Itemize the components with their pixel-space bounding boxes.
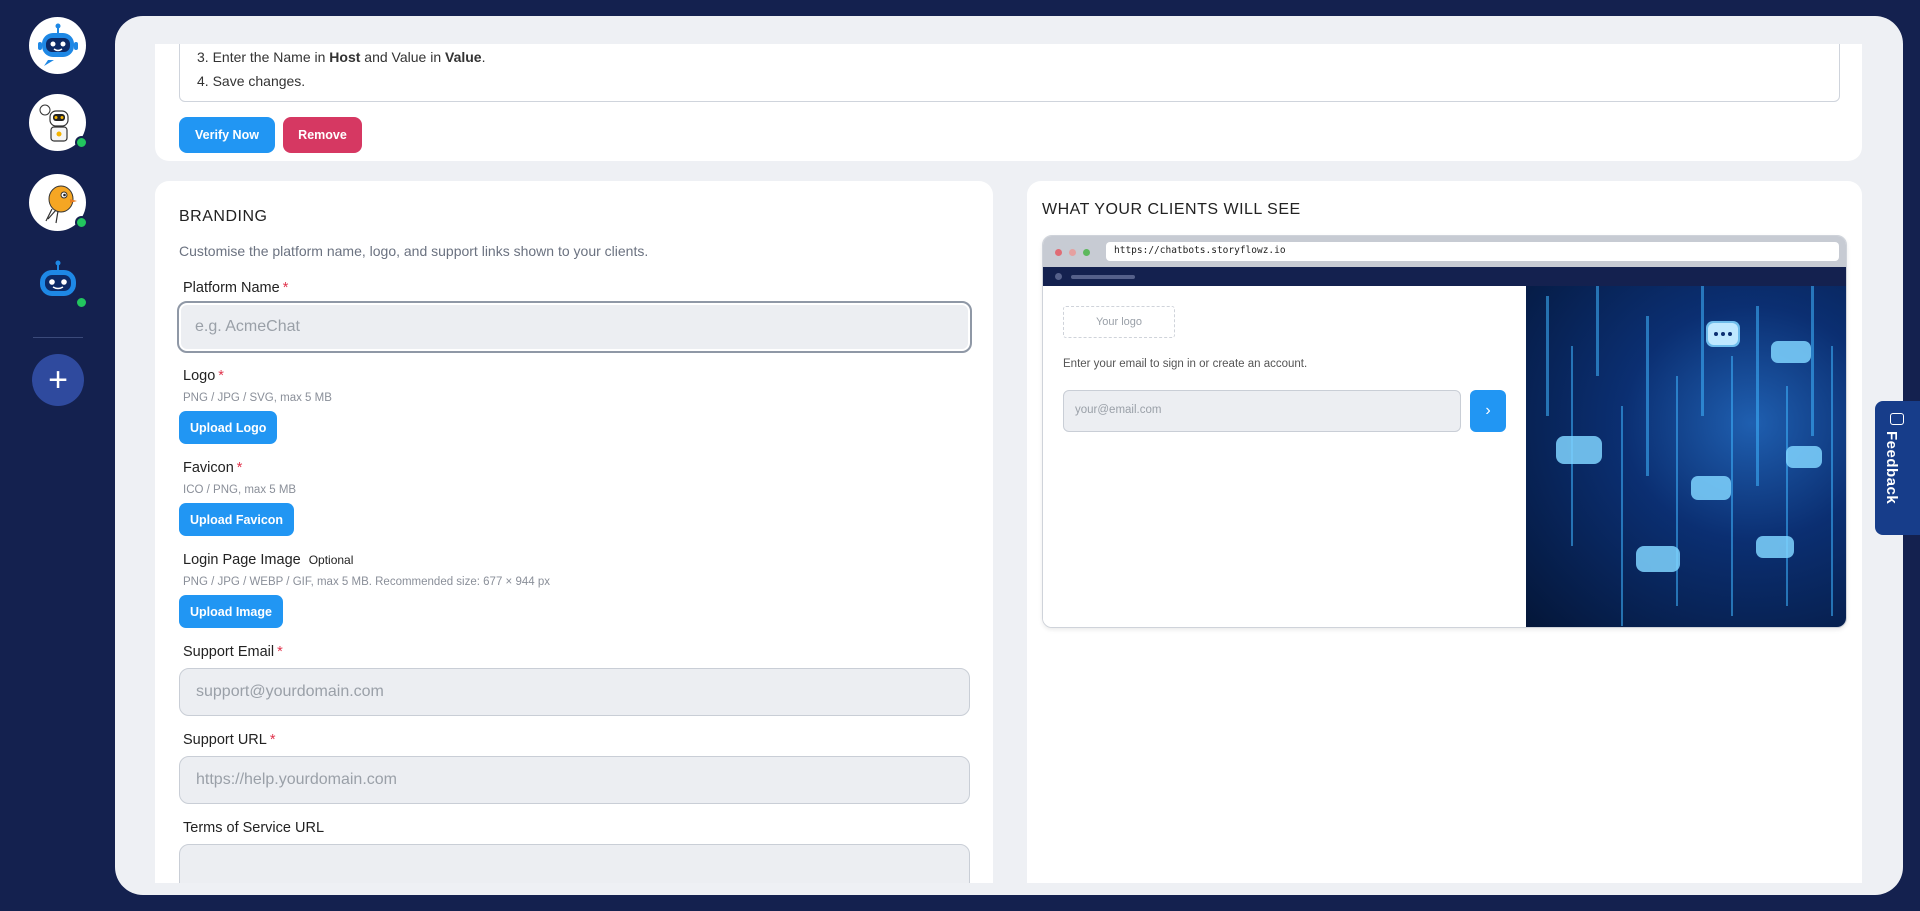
preview-navbar xyxy=(1043,267,1846,286)
instruction-step-4: 4. Save changes. xyxy=(197,73,306,89)
feedback-label: Feedback xyxy=(1883,431,1900,505)
message-icon xyxy=(1890,413,1904,425)
online-indicator xyxy=(75,296,88,309)
sidebar-divider xyxy=(33,337,83,338)
login-image-label: Login Page Image Optional xyxy=(183,552,354,568)
chevron-right-icon: › xyxy=(1470,390,1506,432)
window-close-dot xyxy=(1055,249,1062,256)
preview-title: WHAT YOUR CLIENTS WILL SEE xyxy=(1042,201,1301,218)
remove-button[interactable]: Remove xyxy=(283,117,362,153)
logo-placeholder: Your logo xyxy=(1063,306,1175,338)
main-panel: 3. Enter the Name in Host and Value in V… xyxy=(115,16,1903,895)
logo-label: Logo * xyxy=(183,368,224,384)
bot-sidebar: + xyxy=(0,0,115,911)
terms-url-label: Terms of Service URL xyxy=(183,820,325,836)
section-description: Customise the platform name, logo, and s… xyxy=(179,243,649,259)
navbar-dot xyxy=(1055,273,1062,280)
bot-avatar-1[interactable] xyxy=(29,17,86,74)
support-url-label: Support URL * xyxy=(183,732,276,748)
bird-icon xyxy=(44,185,77,223)
add-bot-button[interactable]: + xyxy=(32,354,84,406)
window-maximize-dot xyxy=(1083,249,1090,256)
domain-card: 3. Enter the Name in Host and Value in V… xyxy=(155,44,1862,161)
verify-now-button[interactable]: Verify Now xyxy=(179,117,275,153)
upload-image-button[interactable]: Upload Image xyxy=(179,595,283,628)
login-image-hint: PNG / JPG / WEBP / GIF, max 5 MB. Recomm… xyxy=(183,576,550,588)
section-title: BRANDING xyxy=(179,208,268,225)
support-email-label: Support Email * xyxy=(183,644,283,660)
preview-login-form: Your logo Enter your email to sign in or… xyxy=(1043,286,1526,627)
browser-toolbar: https://chatbots.storyflowz.io xyxy=(1043,236,1846,267)
upload-favicon-button[interactable]: Upload Favicon xyxy=(179,503,295,536)
settings-scroll-area[interactable]: 3. Enter the Name in Host and Value in V… xyxy=(115,44,1903,883)
login-page-image xyxy=(1526,286,1846,627)
chat-bubbles-illustration xyxy=(1546,286,1833,626)
robot-icon xyxy=(37,23,78,66)
upload-logo-button[interactable]: Upload Logo xyxy=(179,411,278,444)
terms-url-input[interactable] xyxy=(179,844,970,883)
feedback-tab[interactable]: Feedback xyxy=(1875,401,1920,535)
bot-avatar-2[interactable] xyxy=(29,94,88,151)
robot-icon xyxy=(39,260,76,296)
thinking-robot-icon xyxy=(39,104,69,142)
instruction-step-3: 3. Enter the Name in Host and Value in V… xyxy=(197,49,486,65)
address-bar: https://chatbots.storyflowz.io xyxy=(1106,242,1839,261)
bot-avatar-3[interactable] xyxy=(29,174,88,231)
dns-instructions: 3. Enter the Name in Host and Value in V… xyxy=(179,44,1840,102)
login-prompt: Enter your email to sign in or create an… xyxy=(1063,358,1308,370)
logo-hint: PNG / JPG / SVG, max 5 MB xyxy=(183,392,332,404)
support-url-input[interactable] xyxy=(179,756,970,804)
bot-avatar-4[interactable] xyxy=(29,254,88,311)
platform-name-input[interactable] xyxy=(177,301,972,353)
favicon-hint: ICO / PNG, max 5 MB xyxy=(183,484,297,496)
browser-mockup: https://chatbots.storyflowz.io Your logo… xyxy=(1042,235,1847,628)
support-email-input[interactable] xyxy=(179,668,970,716)
preview-email-input: your@email.com xyxy=(1063,390,1461,432)
platform-name-label: Platform Name * xyxy=(183,280,289,296)
navbar-line xyxy=(1071,275,1135,279)
preview-card: WHAT YOUR CLIENTS WILL SEE https://chatb… xyxy=(1027,181,1862,883)
branding-card: BRANDING Customise the platform name, lo… xyxy=(155,181,993,883)
online-indicator xyxy=(75,136,88,149)
favicon-label: Favicon * xyxy=(183,460,243,476)
window-minimize-dot xyxy=(1069,249,1076,256)
online-indicator xyxy=(75,216,88,229)
